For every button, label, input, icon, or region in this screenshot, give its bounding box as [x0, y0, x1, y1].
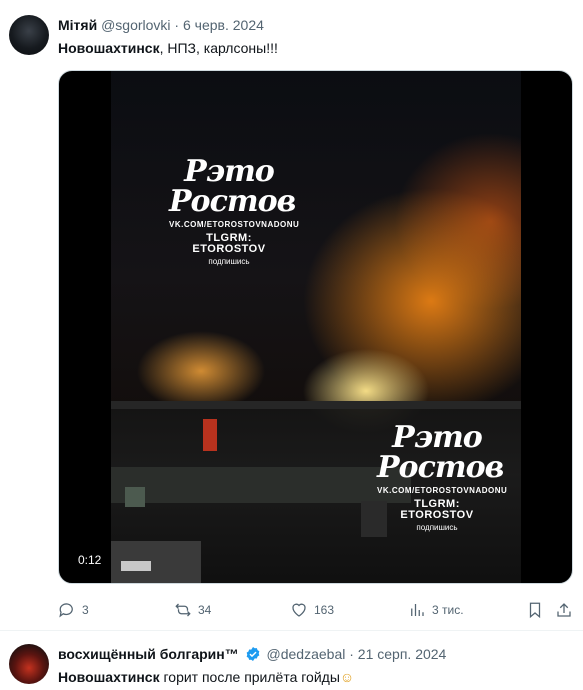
- handle[interactable]: @dedzaebal: [267, 646, 346, 662]
- pixelated-block: [111, 467, 411, 503]
- handle[interactable]: @sgorlovki: [101, 17, 170, 33]
- heart-icon: [292, 603, 306, 617]
- pixelated-block: [203, 419, 217, 451]
- tweet-2[interactable]: восхищённый болгарин™ @dedzaebal · 21 се…: [0, 631, 583, 690]
- watermark-telegram: TLGRM: ETOROSTOV: [400, 498, 474, 521]
- share-button[interactable]: [555, 598, 573, 622]
- share-icon: [557, 603, 571, 617]
- bookmark-button[interactable]: [526, 598, 544, 622]
- views-icon: [411, 604, 424, 616]
- avatar[interactable]: [9, 644, 49, 684]
- bookmark-icon: [529, 602, 541, 619]
- display-name[interactable]: Мітяй: [58, 17, 97, 33]
- video-player[interactable]: Рэто Ростов VK.COM/ETOROSTOVNADONU TLGRM…: [58, 70, 573, 584]
- like-count: 163: [314, 603, 335, 617]
- tweet-text-bold: Новошахтинск: [58, 40, 160, 56]
- watermark-top: Рэто Ростов VK.COM/ETOROSTOVNADONU TLGRM…: [169, 154, 300, 266]
- like-button[interactable]: 163: [290, 598, 334, 622]
- tweet-header: Мітяй @sgorlovki · 6 черв. 2024: [58, 17, 264, 33]
- tweet-header: восхищённый болгарин™ @dedzaebal · 21 се…: [58, 646, 446, 665]
- tweet-1[interactable]: Мітяй @sgorlovki · 6 черв. 2024 Новошахт…: [0, 0, 583, 630]
- verified-badge-icon: [245, 646, 261, 665]
- reply-button[interactable]: 3: [58, 598, 89, 622]
- tweet-text-rest: горит после прилёта гойды: [159, 669, 340, 685]
- views-count: 3 тис.: [432, 603, 464, 617]
- views-button[interactable]: 3 тис.: [408, 598, 464, 622]
- tweet-text: Новошахтинск горит после прилёта гойды☺: [58, 669, 354, 685]
- watermark-url: VK.COM/ETOROSTOVNADONU: [377, 486, 508, 495]
- video-duration: 0:12: [73, 551, 107, 569]
- separator: ·: [349, 646, 354, 662]
- separator: ·: [174, 17, 180, 33]
- tweet-text-bold: Новошахтинск: [58, 669, 160, 685]
- pixelated-block: [125, 487, 145, 507]
- timestamp[interactable]: 6 черв. 2024: [183, 17, 264, 33]
- repost-icon: [175, 603, 191, 617]
- watermark-sub: подпишись: [208, 257, 250, 266]
- reply-icon: [59, 603, 73, 618]
- watermark-logo: Рэто Ростов: [377, 420, 504, 485]
- watermark-url: VK.COM/ETOROSTOVNADONU: [169, 220, 300, 229]
- watermark-sub: подпишись: [416, 523, 458, 532]
- tweet-text: Новошахтинск, НПЗ, карлсоны!!!: [58, 40, 278, 56]
- timestamp[interactable]: 21 серп. 2024: [358, 646, 447, 662]
- smile-emoji: ☺: [339, 669, 355, 685]
- display-name[interactable]: восхищённый болгарин™: [58, 646, 239, 662]
- video-frame[interactable]: Рэто Ростов VK.COM/ETOROSTOVNADONU TLGRM…: [111, 71, 521, 583]
- reply-count: 3: [82, 603, 89, 617]
- avatar[interactable]: [9, 15, 49, 55]
- pixelated-block: [111, 401, 521, 409]
- pixelated-block: [121, 561, 151, 571]
- watermark-logo: Рэто Ростов: [169, 154, 296, 219]
- watermark-bottom: Рэто Ростов VK.COM/ETOROSTOVNADONU TLGRM…: [377, 420, 508, 532]
- watermark-telegram: TLGRM: ETOROSTOV: [192, 232, 266, 255]
- repost-count: 34: [198, 603, 212, 617]
- tweet-text-rest: , НПЗ, карлсоны!!!: [159, 40, 278, 56]
- repost-button[interactable]: 34: [174, 598, 211, 622]
- action-bar: 3 34 163 3 тис.: [58, 598, 573, 622]
